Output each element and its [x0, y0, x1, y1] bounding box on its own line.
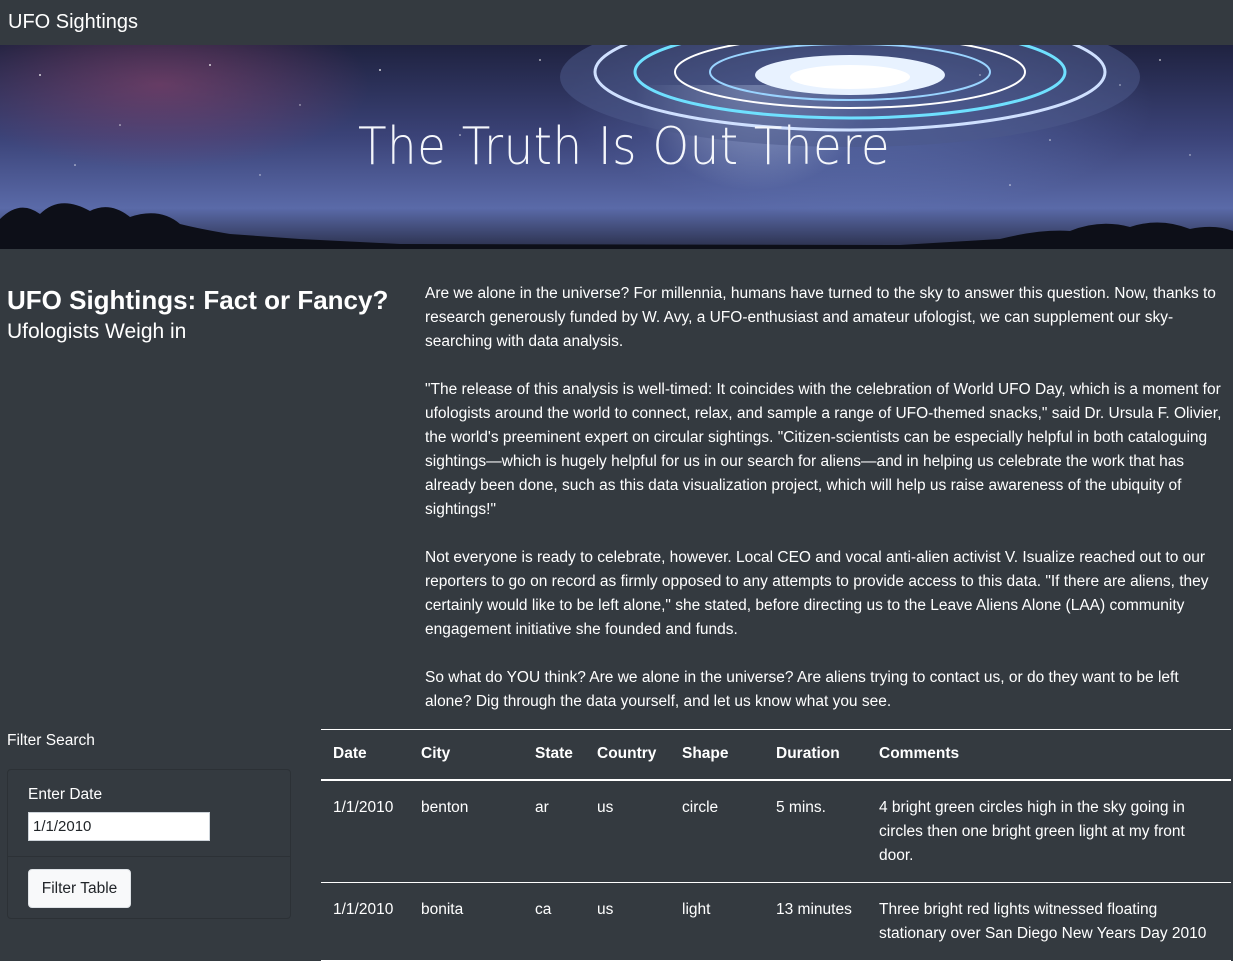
- column-header-country: Country: [585, 729, 670, 781]
- cell-date: 1/1/2010: [321, 779, 409, 883]
- cell-state: ca: [523, 882, 585, 961]
- headline-block: UFO Sightings: Fact or Fancy? Ufologists…: [7, 283, 407, 347]
- navbar: UFO Sightings: [0, 0, 1233, 45]
- filter-search-label: Filter Search: [7, 732, 95, 749]
- date-field-label: Enter Date: [28, 786, 103, 803]
- cell-country: us: [585, 882, 670, 961]
- sightings-table-wrapper: Date City State Country Shape Duration C…: [321, 729, 1231, 961]
- column-header-date: Date: [321, 729, 409, 781]
- column-header-comments: Comments: [867, 729, 1231, 781]
- cell-duration: 13 minutes: [764, 882, 867, 961]
- cell-country: us: [585, 779, 670, 883]
- cell-comments: 4 bright green circles high in the sky g…: [867, 779, 1231, 883]
- cell-city: benton: [409, 779, 523, 883]
- cell-comments: Three bright red lights witnessed floati…: [867, 882, 1231, 961]
- page-subtitle: Ufologists Weigh in: [7, 320, 187, 343]
- page-title: UFO Sightings: Fact or Fancy?: [7, 285, 389, 315]
- cell-duration: 5 mins.: [764, 779, 867, 883]
- filter-panel: Enter Date Filter Table: [7, 769, 291, 919]
- treeline-decoration: [0, 203, 1233, 249]
- article-paragraph: Are we alone in the universe? For millen…: [425, 285, 1216, 350]
- filter-panel-body: Enter Date: [8, 770, 290, 857]
- column-header-shape: Shape: [670, 729, 764, 781]
- navbar-brand[interactable]: UFO Sightings: [8, 11, 138, 34]
- column-header-state: State: [523, 729, 585, 781]
- cell-shape: circle: [670, 779, 764, 883]
- cell-city: bonita: [409, 882, 523, 961]
- article: Are we alone in the universe? For millen…: [425, 282, 1225, 738]
- hero-banner: The Truth Is Out There: [0, 45, 1233, 249]
- cell-date: 1/1/2010: [321, 882, 409, 961]
- filter-table-button[interactable]: Filter Table: [28, 869, 131, 908]
- article-paragraph: Not everyone is ready to celebrate, howe…: [425, 549, 1209, 638]
- table-row: 1/1/2010 benton ar us circle 5 mins. 4 b…: [321, 779, 1231, 883]
- date-input[interactable]: [28, 812, 210, 841]
- hero-title: The Truth Is Out There: [358, 117, 891, 177]
- column-header-city: City: [409, 729, 523, 781]
- cell-shape: light: [670, 882, 764, 961]
- table-row: 1/1/2010 bonita ca us light 13 minutes T…: [321, 882, 1231, 961]
- article-paragraph: "The release of this analysis is well-ti…: [425, 381, 1222, 518]
- table-header-row: Date City State Country Shape Duration C…: [321, 729, 1231, 781]
- sightings-table: Date City State Country Shape Duration C…: [321, 729, 1231, 961]
- column-header-duration: Duration: [764, 729, 867, 781]
- article-paragraph: So what do YOU think? Are we alone in th…: [425, 669, 1179, 710]
- cell-state: ar: [523, 779, 585, 883]
